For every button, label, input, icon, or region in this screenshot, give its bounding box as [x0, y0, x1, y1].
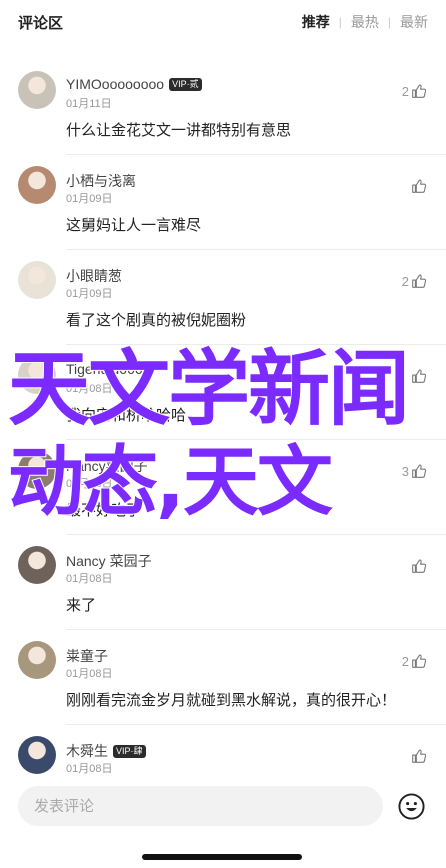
comment-item[interactable]: Nancy 菜园子 01月08日来了	[0, 535, 446, 630]
tab-newest[interactable]: 最新	[400, 12, 428, 32]
comment-author-row: Tigerlulu666	[66, 361, 143, 377]
comment-date: 01月08日	[66, 383, 113, 395]
avatar[interactable]	[18, 736, 56, 774]
comment-item[interactable]: YIMOoooooooo VIP·贰 01月11日什么让金花艾文一讲都特别有意思 2	[0, 60, 446, 155]
comment-author-row: 小眼睛葱	[66, 266, 122, 286]
comment-item[interactable]: 小眼睛葱 01月09日看了这个剧真的被倪妮圈粉 2	[0, 250, 446, 345]
like-button[interactable]: 2	[402, 82, 428, 100]
comment-date: 01月09日	[66, 193, 113, 205]
comment-item[interactable]: 小栖与浅离 01月09日这舅妈让人一言难尽	[0, 155, 446, 250]
comment-text: 刚刚看完流金岁月就碰到黑水解说，真的很开心！	[66, 692, 397, 709]
avatar[interactable]	[18, 356, 56, 394]
comment-section-title: 评论区	[18, 15, 64, 32]
comment-header: 评论区 推荐 | 最热 | 最新	[0, 0, 446, 44]
tab-hottest[interactable]: 最热	[351, 12, 379, 32]
thumbs-up-icon	[412, 369, 427, 383]
comment-date: 01月08日	[66, 478, 113, 490]
thumbs-up-icon	[412, 749, 427, 763]
comment-author[interactable]: 粜童子	[66, 646, 108, 666]
comment-text: 看了这个剧真的被倪妮圈粉	[66, 312, 247, 329]
comment-author[interactable]: YIMOoooooooo	[66, 76, 164, 92]
like-count: 2	[401, 653, 409, 669]
comment-author-row: YIMOoooooooo VIP·贰	[66, 76, 202, 92]
comment-author[interactable]: Tigerlulu666	[66, 361, 143, 377]
like-button[interactable]	[409, 177, 428, 195]
like-count: 3	[401, 463, 409, 479]
comment-text: 我向安和桥哈哈哈	[66, 407, 187, 424]
comment-date: 01月08日	[66, 763, 113, 775]
comment-author-row: Nancy 菜园子	[66, 551, 152, 571]
like-button[interactable]: 2	[402, 272, 428, 290]
avatar[interactable]	[18, 641, 56, 679]
like-button[interactable]: 3	[402, 462, 428, 480]
avatar[interactable]	[18, 166, 56, 204]
thumbs-up-icon	[412, 654, 427, 668]
thumbs-up-icon	[412, 179, 427, 193]
like-button[interactable]	[409, 557, 428, 575]
tab-recommended[interactable]: 推荐	[302, 12, 330, 32]
thumbs-up-icon	[412, 464, 427, 478]
tab-separator: |	[387, 15, 391, 29]
comment-author[interactable]: 小栖与浅离	[66, 171, 136, 191]
comment-author[interactable]: 小眼睛葱	[66, 266, 122, 286]
comment-text: 什么让金花艾文一讲都特别有意思	[66, 122, 292, 139]
avatar[interactable]	[18, 71, 56, 109]
comment-author[interactable]: Nancy菜园子	[66, 456, 148, 476]
comment-date: 01月08日	[66, 573, 113, 585]
comment-author-row: 木舜生 VIP·肆	[66, 741, 146, 761]
thumbs-up-icon	[412, 84, 427, 98]
comment-text: 来了	[66, 597, 97, 614]
comment-author-row: Nancy菜园子	[66, 456, 148, 476]
comment-author-row: 粜童子	[66, 646, 108, 666]
avatar[interactable]	[18, 546, 56, 584]
vip-badge: VIP·贰	[169, 77, 202, 91]
comment-item[interactable]: Tigerlulu666 01月08日我向安和桥哈哈哈	[0, 345, 446, 440]
comment-date: 01月08日	[66, 668, 113, 680]
like-button[interactable]	[409, 367, 428, 385]
comment-item[interactable]: Nancy菜园子 01月08日最不好吃了 3	[0, 440, 446, 535]
comment-composer	[0, 776, 446, 868]
comment-text: 这舅妈让人一言难尽	[66, 217, 202, 234]
avatar[interactable]	[18, 451, 56, 489]
like-count: 2	[401, 83, 409, 99]
tab-separator: |	[338, 15, 342, 29]
comment-date: 01月11日	[66, 98, 112, 110]
vip-badge: VIP·肆	[113, 744, 146, 758]
like-count: 2	[401, 273, 409, 289]
comment-item[interactable]: 粜童子 01月08日刚刚看完流金岁月就碰到黑水解说，真的很开心！ 2	[0, 630, 446, 725]
comment-date: 01月09日	[66, 288, 113, 300]
like-button[interactable]	[409, 747, 428, 765]
like-button[interactable]: 2	[402, 652, 428, 670]
thumbs-up-icon	[412, 274, 427, 288]
comment-author[interactable]: 木舜生	[66, 741, 108, 761]
home-indicator	[142, 854, 302, 860]
comment-list: YIMOoooooooo VIP·贰 01月11日 什么让金花艾文一讲都特别有意思 2 小…	[0, 60, 446, 820]
sort-tabs: 推荐 | 最热 | 最新	[302, 12, 428, 32]
comment-text: 最不好吃了	[66, 502, 142, 519]
comment-author-row: 小栖与浅离	[66, 171, 136, 191]
emoji-icon[interactable]	[397, 792, 426, 821]
avatar[interactable]	[18, 261, 56, 299]
comment-author[interactable]: Nancy 菜园子	[66, 551, 152, 571]
thumbs-up-icon	[412, 559, 427, 573]
comment-input[interactable]	[18, 786, 383, 826]
